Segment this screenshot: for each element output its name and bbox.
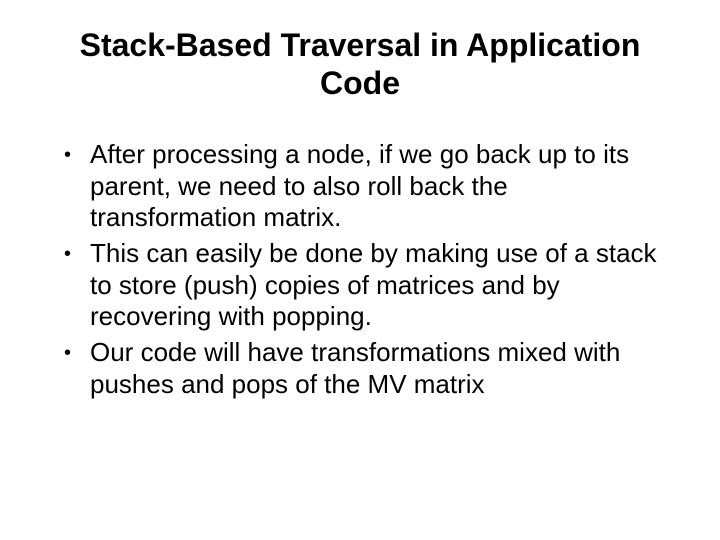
list-item: After processing a node, if we go back u… <box>64 139 674 234</box>
list-item: This can easily be done by making use of… <box>64 238 674 333</box>
slide: Stack-Based Traversal in Application Cod… <box>0 0 720 540</box>
slide-title: Stack-Based Traversal in Application Cod… <box>36 26 684 103</box>
list-item: Our code will have transformations mixed… <box>64 337 674 400</box>
bullet-list: After processing a node, if we go back u… <box>36 139 684 401</box>
